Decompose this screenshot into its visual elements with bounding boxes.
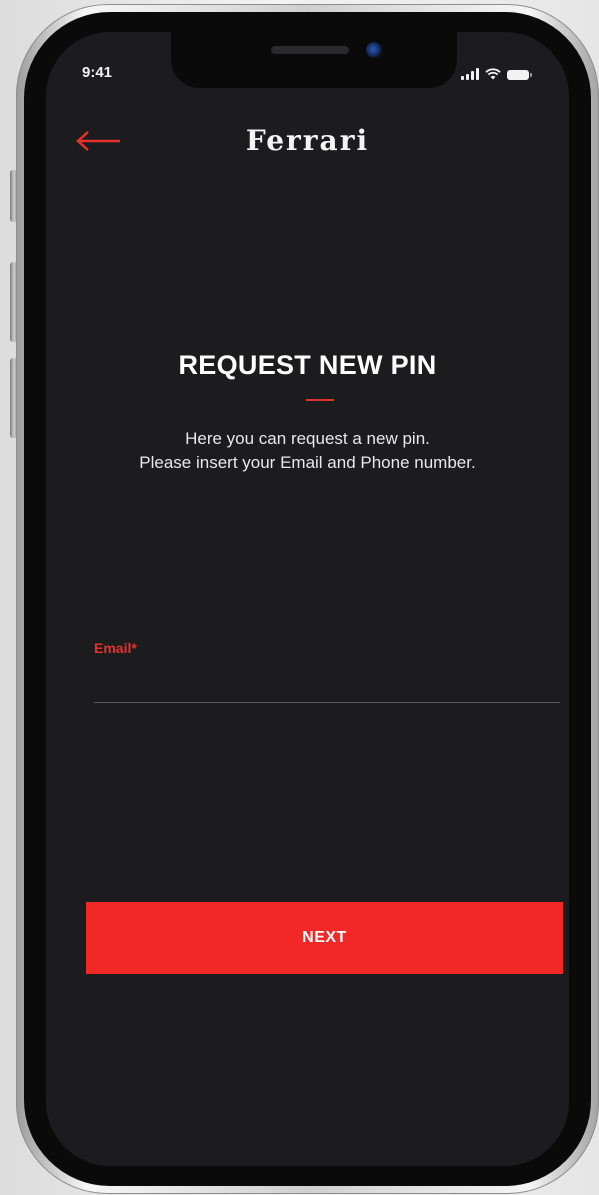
front-camera	[366, 42, 382, 58]
notch	[171, 32, 457, 88]
ferrari-logo: Ferrari	[245, 124, 370, 157]
signal-icon	[461, 68, 479, 80]
app-screen: 9:41 Ferrari REQUEST NEW PIN Here you ca…	[46, 32, 569, 1166]
wifi-icon	[485, 68, 501, 80]
subtitle-line-1: Here you can request a new pin.	[185, 429, 430, 448]
phone-frame: 9:41 Ferrari REQUEST NEW PIN Here you ca…	[16, 4, 599, 1194]
page-subtitle: Here you can request a new pin. Please i…	[46, 427, 569, 475]
title-divider	[306, 399, 334, 401]
speaker-grille	[271, 46, 349, 54]
email-field[interactable]	[94, 662, 560, 703]
email-label: Email*	[94, 640, 137, 656]
subtitle-line-2: Please insert your Email and Phone numbe…	[139, 453, 476, 472]
device-mockup-stage: 9:41 Ferrari REQUEST NEW PIN Here you ca…	[0, 0, 599, 1195]
status-time: 9:41	[82, 64, 113, 81]
battery-icon	[507, 70, 532, 80]
status-icons	[461, 66, 532, 80]
next-button[interactable]: NEXT	[86, 902, 563, 974]
page-title: REQUEST NEW PIN	[178, 350, 437, 380]
phone-bezel: 9:41 Ferrari REQUEST NEW PIN Here you ca…	[24, 12, 591, 1186]
